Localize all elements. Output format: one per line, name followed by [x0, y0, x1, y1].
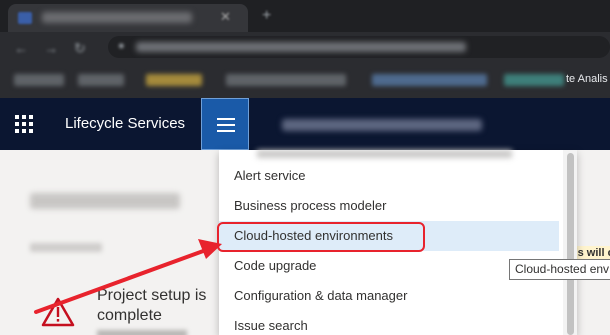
annotation-arrow-icon	[34, 239, 222, 314]
